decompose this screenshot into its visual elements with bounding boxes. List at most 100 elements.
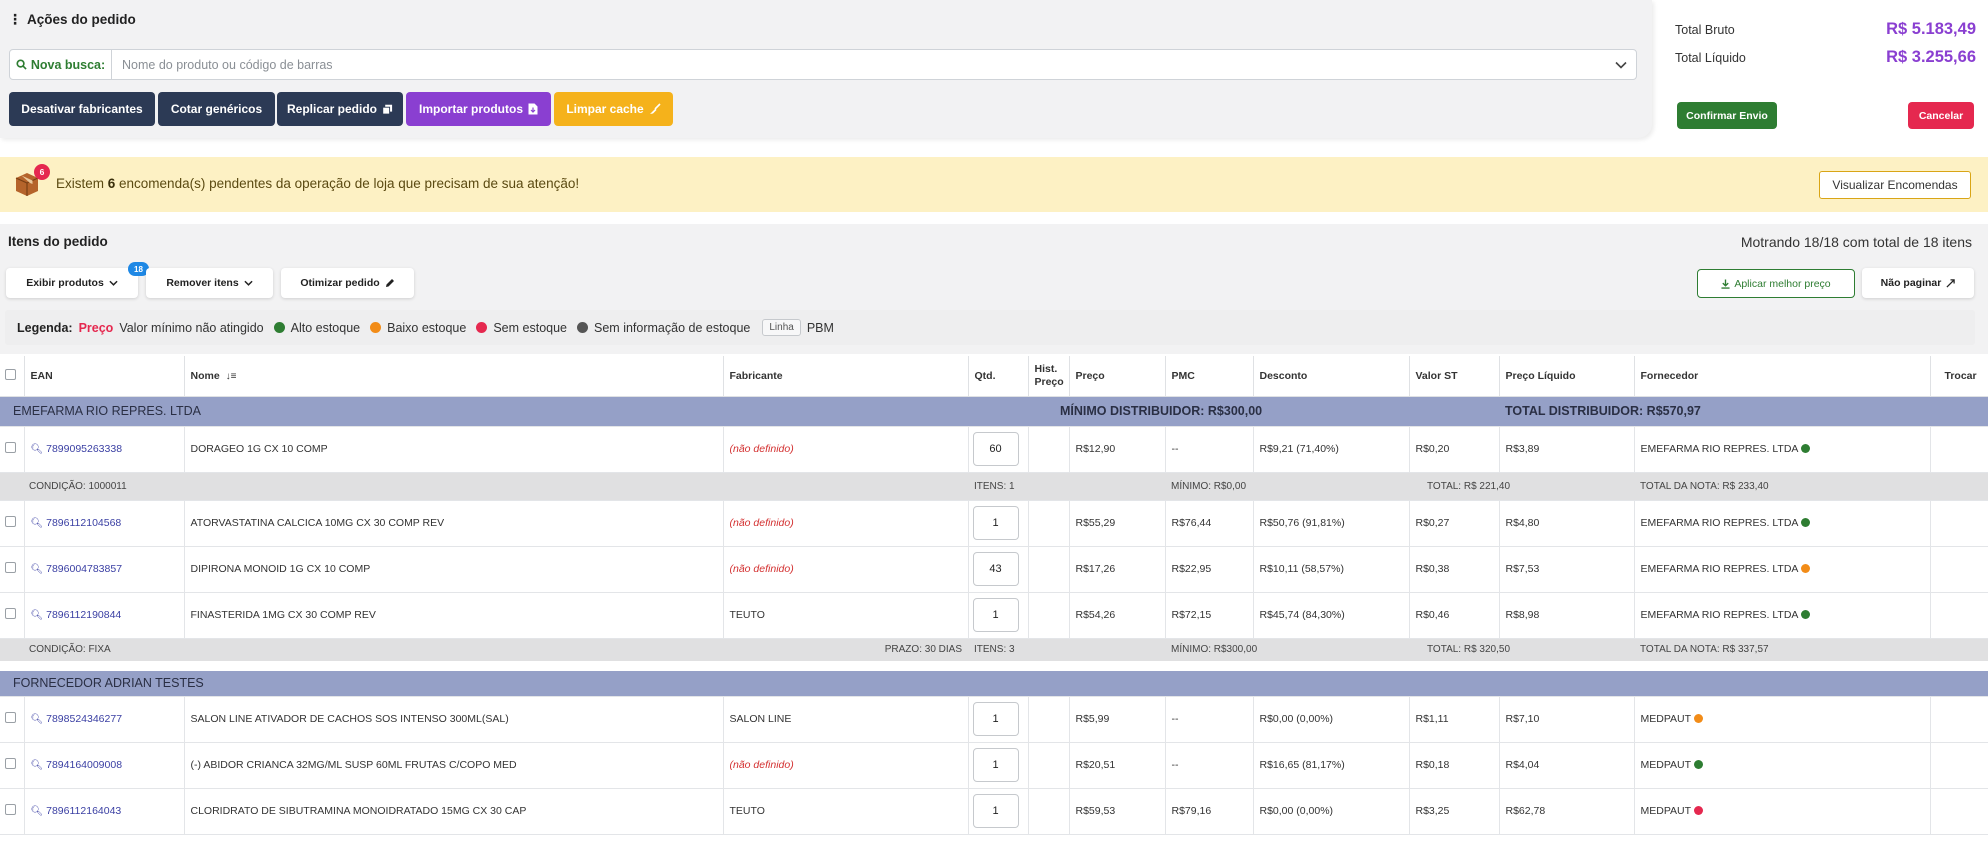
row-checkbox[interactable] [0,696,25,743]
show-products-button[interactable]: Exibir produtos [6,268,138,298]
swap-cell[interactable] [1930,592,1988,639]
sort-icon[interactable]: ↓≡ [226,371,237,382]
ean-cell[interactable]: 🔍︎ 7896112190844 [24,592,185,639]
apply-best-label: Aplicar melhor preço [1734,277,1831,290]
replicate-order-button[interactable]: Replicar pedido [277,92,403,126]
ean-link[interactable]: 7899095263338 [46,443,122,455]
supplier-group-total: TOTAL DISTRIBUIDOR: R$570,97 [1499,396,1988,427]
supplier-group-minimum: MÍNIMO DISTRIBUIDOR: R$300,00 [1028,396,1499,427]
price-history[interactable] [1028,592,1070,639]
price-history[interactable] [1028,426,1070,473]
swap-cell[interactable] [1930,696,1988,743]
row-checkbox[interactable] [0,546,25,593]
apply-best-price-button[interactable]: Aplicar melhor preço [1697,269,1855,298]
row-checkbox[interactable] [0,592,25,639]
chevron-down-icon [244,280,253,286]
col-nome[interactable]: Nome ↓≡ [184,356,724,397]
swap-cell[interactable] [1930,426,1988,473]
ean-link[interactable]: 7896004783857 [46,563,122,575]
ean-link[interactable]: 7894164009008 [46,759,122,771]
qty-input[interactable]: 1 [972,748,1019,782]
search-label: Nova busca: [10,50,112,79]
discount: R$0,00 (0,00%) [1253,696,1410,743]
swap-cell[interactable] [1930,788,1988,835]
ean-cell[interactable]: 🔍︎ 7896112104568 [24,500,185,547]
view-orders-button[interactable]: Visualizar Encomendas [1819,171,1971,199]
no-paginate-button[interactable]: Não paginar [1862,268,1974,298]
import-products-button[interactable]: Importar produtos [406,92,551,126]
discount: R$16,65 (81,17%) [1253,742,1410,789]
qty-input[interactable]: 1 [972,702,1019,736]
deactivate-manufacturers-button[interactable]: Desativar fabricantes [9,92,155,126]
manufacturer: (não definido) [723,546,969,593]
cancel-button[interactable]: Cancelar [1908,102,1974,129]
search-icon[interactable]: 🔍︎ [31,518,44,529]
row-checkbox[interactable] [0,426,25,473]
ean-cell[interactable]: 🔍︎ 7896112164043 [24,788,185,835]
col-ean[interactable]: EAN [24,356,185,397]
price-history[interactable] [1028,546,1070,593]
qty-input[interactable]: 1 [972,598,1019,632]
search-icon[interactable]: 🔍︎ [31,444,44,455]
condition-items: ITENS: 3 [968,638,1165,667]
swap-cell[interactable] [1930,546,1988,593]
col-qtd[interactable]: Qtd. [968,356,1029,397]
ean-link[interactable]: 7898524346277 [46,713,122,725]
pmc: R$72,15 [1165,592,1254,639]
col-valor-st[interactable]: Valor ST [1409,356,1500,397]
price-history[interactable] [1028,500,1070,547]
price-history[interactable] [1028,742,1070,789]
pending-count-badge: 6 [34,164,50,180]
search-icon[interactable]: 🔍︎ [31,564,44,575]
price-history[interactable] [1028,788,1070,835]
col-trocar[interactable]: Trocar [1930,356,1988,397]
ean-cell[interactable]: 🔍︎ 7894164009008 [24,742,185,789]
ean-cell[interactable]: 🔍︎ 7896004783857 [24,546,185,593]
row-checkbox[interactable] [0,742,25,789]
ean-cell[interactable]: 🔍︎ 7898524346277 [24,696,185,743]
search-icon[interactable]: 🔍︎ [31,610,44,621]
legend-price-desc: Valor mínimo não atingido [119,320,264,335]
row-checkbox[interactable] [0,500,25,547]
qty-input[interactable]: 1 [972,506,1019,540]
ean-link[interactable]: 7896112190844 [46,609,121,621]
high-stock-dot [273,322,285,333]
col-preco[interactable]: Preço [1069,356,1166,397]
col-preco-liquido[interactable]: Preço Líquido [1499,356,1635,397]
qty-input[interactable]: 1 [972,794,1019,828]
st-value: R$0,27 [1409,500,1500,547]
col-fabricante[interactable]: Fabricante [723,356,969,397]
optimize-order-button[interactable]: Otimizar pedido [281,268,414,298]
ean-cell[interactable]: 🔍︎ 7899095263338 [24,426,185,473]
ean-link[interactable]: 7896112164043 [46,805,121,817]
swap-cell[interactable] [1930,500,1988,547]
quote-generics-button[interactable]: Cotar genéricos [158,92,275,126]
col-desconto[interactable]: Desconto [1253,356,1410,397]
select-all-checkbox[interactable] [0,356,25,397]
search-icon [16,59,27,70]
swap-cell[interactable] [1930,742,1988,789]
kebab-icon[interactable]: ⋮ [8,11,22,28]
remove-items-button[interactable]: Remover itens [146,268,273,298]
col-hist-preco[interactable]: Hist. Preço [1028,356,1070,397]
col-fornecedor[interactable]: Fornecedor [1634,356,1931,397]
search-icon[interactable]: 🔍︎ [31,806,44,817]
qty-input[interactable]: 43 [972,552,1019,586]
condition-items: ITENS: 1 [968,472,1165,501]
chevron-down-icon[interactable] [1606,61,1636,69]
price-history[interactable] [1028,696,1070,743]
ean-link[interactable]: 7896112104568 [46,517,121,529]
table-row: 🔍︎ 7896112164043 CLORIDRATO DE SIBUTRAMI… [0,788,1988,835]
qty-input[interactable]: 60 [972,432,1019,466]
search-icon[interactable]: 🔍︎ [31,760,44,771]
confirm-send-button[interactable]: Confirmar Envio [1677,102,1777,129]
price: R$17,26 [1069,546,1166,593]
row-checkbox[interactable] [0,788,25,835]
price: R$54,26 [1069,592,1166,639]
chevron-down-icon [109,280,118,286]
col-pmc[interactable]: PMC [1165,356,1254,397]
banner-text-before: Existem [56,176,108,191]
search-input[interactable] [112,57,1606,72]
search-icon[interactable]: 🔍︎ [31,714,44,725]
clear-cache-button[interactable]: Limpar cache [554,92,673,126]
